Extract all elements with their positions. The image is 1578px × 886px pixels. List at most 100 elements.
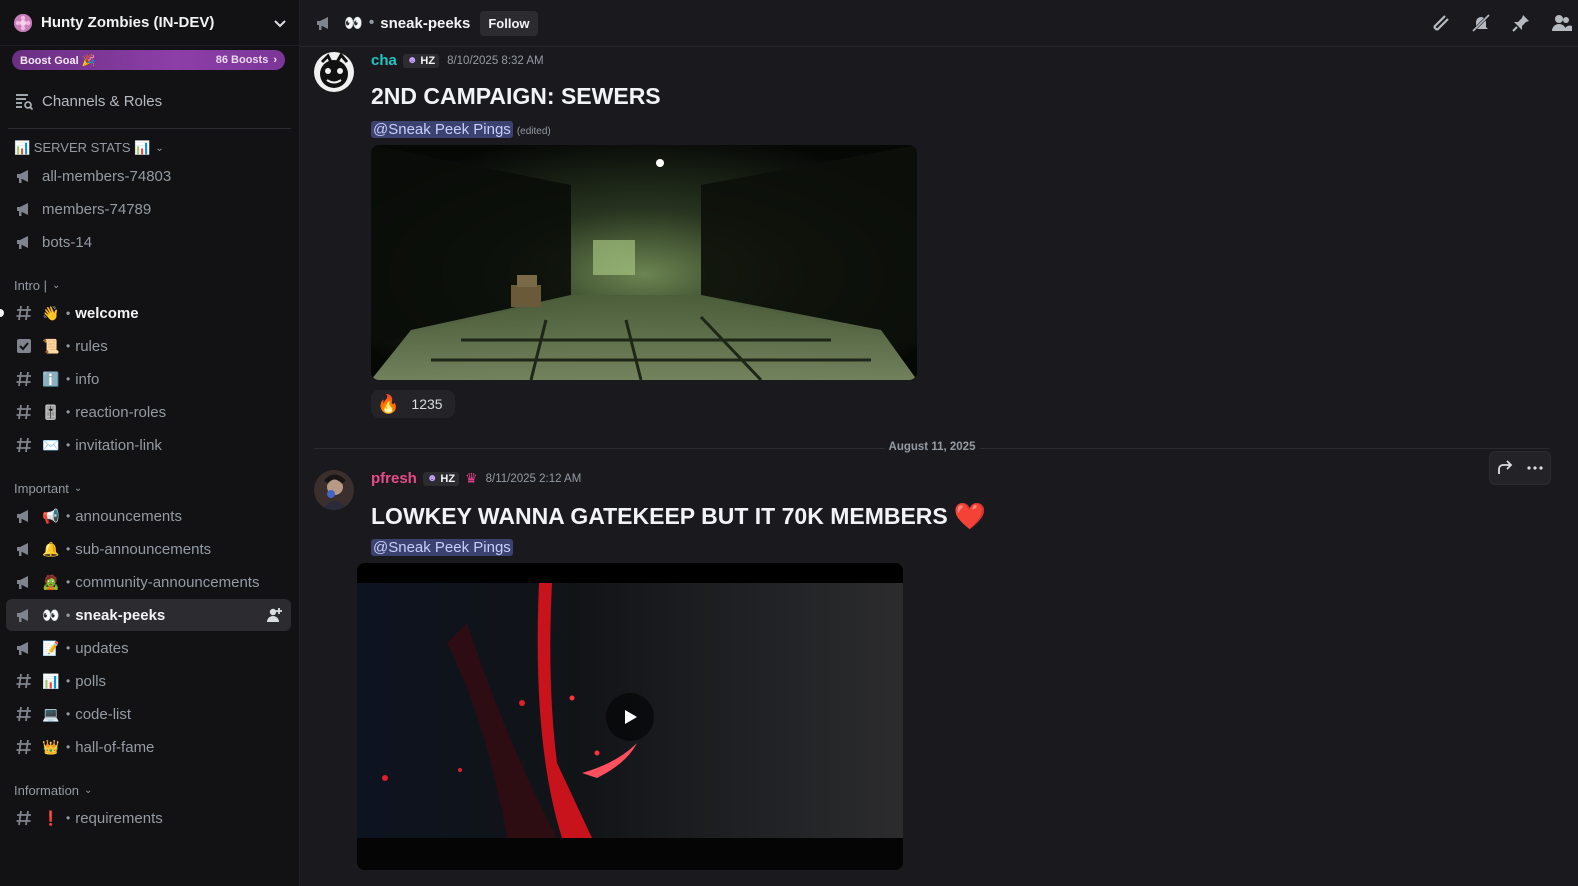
server-tag-label: HZ — [440, 472, 456, 485]
heart-emoji: ❤️ — [953, 501, 987, 531]
message-header: pfresh ☻ HZ ♛ 8/11/2025 2:12 AM — [371, 470, 581, 487]
category-header[interactable]: Intro | ⌄ — [0, 274, 299, 296]
channel-emoji: 📜 — [42, 337, 60, 354]
mention-line: @Sneak Peek Pings — [371, 539, 513, 556]
category-header[interactable]: 📊 SERVER STATS 📊 ⌄ — [0, 137, 299, 159]
separator-dot: • — [66, 575, 71, 589]
edited-label: (edited) — [516, 126, 551, 137]
separator-dot: • — [66, 707, 71, 721]
hash-icon — [14, 369, 34, 389]
hash-icon — [14, 704, 34, 724]
sidebar-item-invitation-link[interactable]: ✉️ • invitation-link — [6, 429, 291, 461]
separator-dot: • — [66, 372, 71, 386]
crown-icon: ♛ — [465, 470, 478, 486]
announcement-icon — [14, 506, 34, 526]
separator-dot: • — [66, 542, 71, 556]
hash-icon — [14, 808, 34, 828]
boost-goal-bar[interactable]: Boost Goal 🎉 86 Boosts › — [12, 50, 285, 70]
channel-name: info — [75, 370, 100, 388]
chevron-down-icon[interactable] — [273, 16, 287, 30]
server-tag[interactable]: ☻ HZ — [402, 53, 440, 68]
separator-dot: • — [66, 405, 71, 419]
separator-dot: • — [66, 509, 71, 523]
sidebar-item-members-74789[interactable]: members-74789 — [6, 193, 291, 225]
channel-name: rules — [75, 337, 108, 355]
add-member-icon[interactable] — [265, 606, 283, 624]
server-tag[interactable]: ☻ HZ — [422, 471, 460, 486]
separator-dot: • — [66, 674, 71, 688]
message-title: LOWKEY WANNA GATEKEEP BUT IT 70K MEMBERS… — [371, 501, 986, 532]
follow-button[interactable]: Follow — [480, 10, 538, 36]
play-button[interactable] — [606, 693, 654, 741]
sidebar-item-welcome[interactable]: 👋 • welcome — [0, 297, 291, 329]
channel-emoji: ✉️ — [42, 436, 60, 453]
channel-emoji: 👀 — [344, 15, 363, 32]
notification-muted-icon[interactable] — [1470, 12, 1492, 34]
chevron-right-icon: › — [273, 54, 277, 66]
sidebar-item-sub-announcements[interactable]: 🔔 • sub-announcements — [6, 533, 291, 565]
message-title-text: LOWKEY WANNA GATEKEEP BUT IT 70K MEMBERS — [371, 503, 948, 529]
sidebar-item-bots-14[interactable]: bots-14 — [6, 226, 291, 258]
rules-icon — [14, 336, 34, 356]
threads-icon[interactable] — [1430, 12, 1452, 34]
header-toolbar — [1430, 12, 1572, 34]
author-name[interactable]: cha — [371, 52, 397, 69]
sidebar-item-hall-of-fame[interactable]: 👑 • hall-of-fame — [6, 731, 291, 763]
pin-icon[interactable] — [1510, 12, 1532, 34]
reaction-button[interactable]: 🔥 1235 — [371, 390, 455, 418]
channel-list: 📊 SERVER STATS 📊 ⌄ all-members-74803 member… — [0, 137, 299, 834]
channel-emoji: ℹ️ — [42, 370, 60, 387]
fire-emoji: 🔥 — [377, 393, 400, 414]
sidebar-item-sneak-peeks[interactable]: 👀 • sneak-peeks — [6, 599, 291, 631]
message-list: cha ☻ HZ 8/10/2025 8:32 AM 2ND CAMPAIGN: … — [300, 47, 1578, 886]
sidebar-item-polls[interactable]: 📊 • polls — [6, 665, 291, 697]
sidebar-item-community-announcements[interactable]: 🧟 • community-announcements — [6, 566, 291, 598]
author-name[interactable]: pfresh — [371, 470, 417, 487]
role-mention[interactable]: @Sneak Peek Pings — [371, 539, 513, 556]
mention-line: @Sneak Peek Pings (edited) — [371, 121, 551, 138]
browse-channels-icon — [16, 94, 34, 111]
avatar[interactable] — [314, 52, 354, 92]
separator-dot: • — [66, 740, 71, 754]
role-mention[interactable]: @Sneak Peek Pings — [371, 121, 513, 138]
reaction-count: 1235 — [411, 396, 443, 412]
category-label: Information — [14, 782, 80, 798]
category-header[interactable]: Information ⌄ — [0, 779, 299, 801]
sidebar-item-info[interactable]: ℹ️ • info — [6, 363, 291, 395]
sidebar-item-requirements[interactable]: ❗ • requirements — [6, 802, 291, 834]
sidebar-item-announcements[interactable]: 📢 • announcements — [6, 500, 291, 532]
channel-emoji: 🔔 — [42, 540, 60, 557]
announcement-icon — [14, 638, 34, 658]
sidebar-item-reaction-roles[interactable]: 🎚️ • reaction-roles — [6, 396, 291, 428]
avatar[interactable] — [314, 470, 354, 510]
server-header[interactable]: Hunty Zombies (IN-DEV) — [0, 0, 299, 46]
announcement-icon — [14, 166, 34, 186]
skull-icon: ☻ — [426, 473, 438, 484]
image-attachment[interactable] — [371, 145, 917, 380]
chevron-down-icon: ⌄ — [84, 784, 93, 796]
channel-emoji: 👀 — [42, 606, 60, 623]
sidebar-item-updates[interactable]: 📝 • updates — [6, 632, 291, 664]
channels-roles-button[interactable]: Channels & Roles — [8, 84, 291, 129]
sidebar-item-all-members-74803[interactable]: all-members-74803 — [6, 160, 291, 192]
hash-icon — [14, 303, 34, 323]
skull-icon: ☻ — [406, 55, 418, 66]
sidebar-item-rules[interactable]: 📜 • rules — [6, 330, 291, 362]
timestamp: 8/11/2025 2:12 AM — [485, 472, 582, 485]
category-header[interactable]: Important ⌄ — [0, 477, 299, 499]
announcement-icon — [14, 572, 34, 592]
chevron-down-icon: ⌄ — [155, 142, 164, 154]
category-label: 📊 SERVER STATS 📊 — [14, 140, 151, 155]
channels-roles-label: Channels & Roles — [42, 92, 163, 110]
channel-name: welcome — [75, 304, 139, 322]
video-attachment[interactable] — [357, 563, 903, 870]
channel-name: invitation-link — [75, 436, 162, 454]
play-icon — [625, 710, 637, 724]
boost-goal-label: Boost Goal 🎉 — [20, 54, 96, 67]
separator-dot: • — [368, 14, 375, 31]
hash-icon — [14, 402, 34, 422]
channel-header: 👀 • sneak-peeks Follow — [300, 0, 1578, 47]
member-list-icon[interactable] — [1550, 12, 1572, 34]
date-divider-label: August 11, 2025 — [884, 441, 980, 453]
sidebar-item-code-list[interactable]: 💻 • code-list — [6, 698, 291, 730]
